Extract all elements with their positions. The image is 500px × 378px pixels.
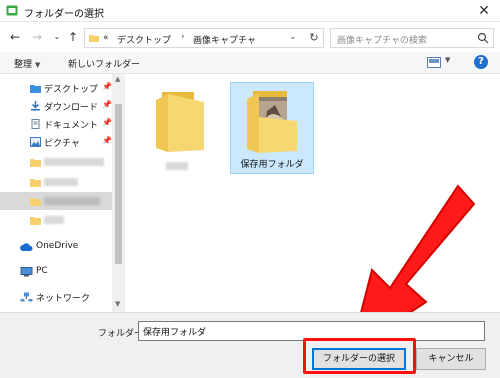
red-highlight-box: [303, 338, 416, 374]
folder-icon: [89, 35, 99, 42]
nav-item-documents[interactable]: ドキュメント 📌: [0, 115, 112, 133]
recent-chevron-icon[interactable]: ⌄: [50, 30, 64, 44]
pin-icon: 📌: [102, 136, 112, 145]
window-title: フォルダーの選択: [24, 9, 104, 20]
nav-scrollbar[interactable]: ▲ ▼: [112, 74, 125, 312]
nav-label-documents: ドキュメント: [44, 121, 99, 131]
scroll-up-icon[interactable]: ▲: [115, 75, 120, 83]
nav-item-private[interactable]: [0, 173, 112, 191]
search-box[interactable]: 画像キャプチャの検索: [330, 28, 494, 48]
cancel-button[interactable]: キャンセル: [416, 348, 486, 370]
redacted-label: [44, 197, 100, 205]
network-icon: [20, 292, 33, 302]
redacted-label: [44, 158, 104, 166]
photo-folder-icon: [247, 91, 297, 153]
up-arrow-icon[interactable]: ↑: [66, 30, 80, 44]
breadcrumb-capture[interactable]: 画像キャプチャ: [193, 33, 256, 46]
computer-icon: [20, 267, 33, 277]
close-button[interactable]: ✕: [476, 3, 492, 19]
nav-label-pc: PC: [36, 266, 48, 276]
nav-item-downloads[interactable]: ダウンロード 📌: [0, 97, 112, 115]
nav-item-private[interactable]: [0, 153, 112, 171]
redacted-label: [44, 178, 78, 186]
folder-tile-selected[interactable]: 保存用フォルダ: [230, 82, 314, 174]
nav-label-desktop: デスクトップ: [44, 85, 99, 95]
nav-item-pictures[interactable]: ピクチャ 📌: [0, 133, 112, 151]
desktop-folder-icon: [30, 85, 41, 93]
cloud-icon: [20, 243, 33, 251]
organize-dropdown-icon: ▼: [35, 61, 41, 69]
nav-item-desktop[interactable]: デスクトップ 📌: [0, 79, 112, 97]
nav-label-network: ネットワーク: [36, 294, 91, 304]
app-icon: [6, 5, 18, 16]
folder-tile[interactable]: [138, 82, 222, 174]
new-folder-button[interactable]: 新しいフォルダー: [68, 57, 140, 70]
folder-icon: [30, 179, 41, 187]
breadcrumb-chevron-icon[interactable]: ›: [181, 32, 185, 42]
pin-icon: 📌: [102, 100, 112, 109]
nav-item-private-selected[interactable]: [0, 192, 112, 210]
view-dropdown-icon[interactable]: ▼: [445, 56, 450, 64]
nav-label-onedrive: OneDrive: [36, 241, 79, 251]
refresh-icon[interactable]: ↻: [307, 31, 321, 45]
nav-item-private[interactable]: [0, 211, 112, 229]
view-options-icon[interactable]: [427, 57, 441, 68]
pin-icon: 📌: [102, 82, 112, 91]
redacted-label: [166, 162, 188, 170]
breadcrumb-desktop[interactable]: デスクトップ: [117, 33, 171, 46]
help-icon[interactable]: ?: [474, 55, 488, 69]
scroll-down-icon[interactable]: ▼: [115, 300, 120, 308]
scrollbar-thumb[interactable]: [115, 104, 122, 264]
download-icon: [31, 101, 40, 111]
organize-label: 整理: [14, 60, 33, 70]
folder-icon: [30, 217, 41, 225]
dialog-footer: フォルダー: フォルダーの選択 キャンセル: [0, 312, 500, 378]
back-arrow-icon[interactable]: ←: [8, 30, 22, 44]
title-bar: フォルダーの選択 ✕: [0, 0, 500, 22]
nav-item-onedrive[interactable]: OneDrive: [0, 238, 112, 256]
nav-label-downloads: ダウンロード: [44, 103, 99, 113]
forward-arrow-icon[interactable]: →: [30, 30, 44, 44]
pictures-icon: [30, 137, 41, 147]
nav-item-pc[interactable]: PC: [0, 263, 112, 281]
organize-button[interactable]: 整理 ▼: [14, 57, 40, 70]
address-overflow[interactable]: «: [103, 33, 109, 43]
nav-label-pictures: ピクチャ: [44, 139, 80, 149]
folder-icon: [30, 159, 41, 167]
search-icon[interactable]: [477, 32, 489, 44]
documents-icon: [31, 119, 40, 129]
address-row: ← → ⌄ ↑ « デスクトップ › 画像キャプチャ ⌄ ↻ 画像キャプチャの検…: [0, 24, 500, 52]
folder-icon: [30, 198, 41, 206]
address-dropdown-icon[interactable]: ⌄: [289, 32, 297, 42]
navigation-pane: デスクトップ 📌 ダウンロード 📌 ドキュメント 📌 ピクチャ 📌 OneDri…: [0, 74, 125, 312]
redacted-label: [44, 216, 64, 224]
search-input[interactable]: 画像キャプチャの検索: [337, 33, 427, 46]
folder-label: 保存用フォルダ: [240, 160, 304, 170]
command-bar: 整理 ▼ 新しいフォルダー ▼ ?: [0, 52, 500, 74]
folder-icon: [156, 92, 204, 152]
pin-icon: 📌: [102, 118, 112, 127]
nav-item-network[interactable]: ネットワーク: [0, 288, 112, 306]
address-bar[interactable]: « デスクトップ › 画像キャプチャ ⌄ ↻: [84, 28, 324, 48]
